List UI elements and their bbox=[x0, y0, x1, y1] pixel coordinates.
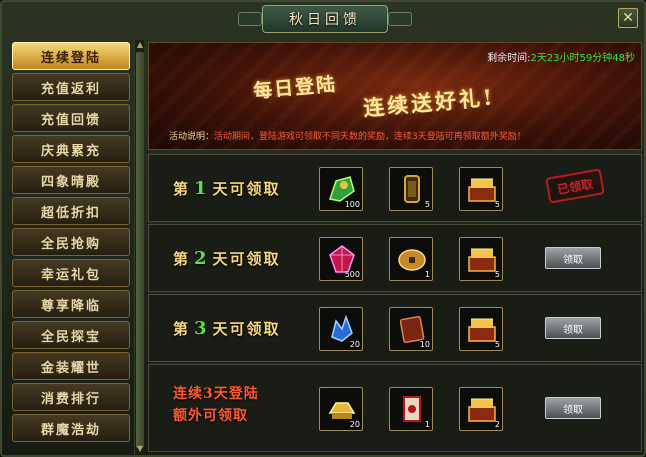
description-label: 活动说明： bbox=[169, 132, 215, 142]
sidebar-item-label: 全民探宝 bbox=[40, 329, 101, 345]
gold-chest-icon bbox=[468, 248, 496, 272]
reward-row-label: 第 2 天可领取 bbox=[173, 248, 281, 269]
timer-value: 2天23小时59分钟48秒 bbox=[530, 53, 635, 64]
scroll-down-arrow-icon[interactable]: ▼ bbox=[135, 444, 145, 454]
label-prefix: 第 bbox=[173, 320, 191, 338]
gold-chest-icon bbox=[468, 178, 496, 202]
label-suffix: 天可领取 bbox=[212, 320, 281, 338]
sidebar-item-6[interactable]: 超低折扣 bbox=[12, 197, 130, 225]
sidebar-item-label: 充值返利 bbox=[40, 81, 101, 97]
sidebar-item-2[interactable]: 充值返利 bbox=[12, 73, 130, 101]
day-number: 3 bbox=[194, 318, 209, 339]
label-suffix: 天可领取 bbox=[212, 180, 281, 198]
item-count: 5 bbox=[494, 200, 500, 209]
sidebar-item-3[interactable]: 充值回馈 bbox=[12, 104, 130, 132]
sidebar-item-label: 消费排行 bbox=[40, 391, 101, 407]
sidebar-item-label: 金装耀世 bbox=[40, 360, 101, 376]
claim-button[interactable]: 领取 bbox=[545, 397, 601, 419]
item-count: 5 bbox=[494, 270, 500, 279]
reward-row-label: 第 3 天可领取 bbox=[173, 318, 281, 339]
event-description: 活动说明：活动期间，登陆游戏可领取不同天数的奖励，连续3天登陆可再领取额外奖励！ bbox=[169, 129, 526, 142]
reward-item[interactable]: 500 bbox=[319, 237, 363, 281]
scroll-thumb[interactable] bbox=[136, 52, 144, 448]
item-count: 500 bbox=[344, 270, 360, 279]
sidebar-item-7[interactable]: 全民抢购 bbox=[12, 228, 130, 256]
sidebar-item-label: 庆典累充 bbox=[40, 143, 101, 159]
sidebar-item-1[interactable]: 连续登陆 bbox=[12, 42, 130, 70]
day-number: 1 bbox=[194, 178, 209, 199]
timer-label: 剩余时间: bbox=[487, 53, 531, 64]
day-number: 2 bbox=[194, 248, 209, 269]
item-count: 20 bbox=[349, 420, 360, 429]
sidebar-scrollbar[interactable]: ▲ ▼ bbox=[134, 40, 144, 454]
item-count: 2 bbox=[494, 420, 500, 429]
item-count: 1 bbox=[424, 270, 430, 279]
reward-item[interactable]: 10 bbox=[389, 307, 433, 351]
sidebar-item-label: 全民抢购 bbox=[40, 236, 101, 252]
reward-item[interactable]: 2 bbox=[459, 387, 503, 431]
reward-row-bonus: 连续3天登陆 额外可领取 20 1 2 领取 bbox=[148, 364, 642, 452]
window-title-plate: 秋日回馈 bbox=[262, 5, 388, 33]
item-count: 1 bbox=[424, 420, 430, 429]
window-title: 秋日回馈 bbox=[289, 12, 361, 28]
scroll-up-arrow-icon[interactable]: ▲ bbox=[135, 40, 145, 50]
gold-chest-icon bbox=[468, 398, 496, 422]
sidebar-item-12[interactable]: 消费排行 bbox=[12, 383, 130, 411]
scroll-token-icon bbox=[404, 175, 420, 203]
sidebar: 连续登陆 充值返利 充值回馈 庆典累充 四象晴殿 超低折扣 全民抢购 幸运礼包 … bbox=[8, 40, 132, 454]
reward-item[interactable]: 5 bbox=[459, 307, 503, 351]
item-count: 20 bbox=[349, 340, 360, 349]
label-prefix: 第 bbox=[173, 250, 191, 268]
sidebar-item-label: 幸运礼包 bbox=[40, 267, 101, 283]
sidebar-item-label: 充值回馈 bbox=[40, 112, 101, 128]
item-count: 10 bbox=[419, 340, 430, 349]
title-ornament-left bbox=[238, 12, 262, 26]
sidebar-item-label: 四象晴殿 bbox=[40, 174, 101, 190]
bonus-label-line-2: 额外可领取 bbox=[173, 408, 248, 424]
event-banner: 剩余时间:2天23小时59分钟48秒 每日登陆 连续送好礼! 活动说明：活动期间… bbox=[148, 42, 642, 150]
sidebar-item-label: 超低折扣 bbox=[40, 205, 101, 221]
reward-item[interactable]: 5 bbox=[389, 167, 433, 211]
reward-item[interactable]: 100 bbox=[319, 167, 363, 211]
claimed-stamp: 已领取 bbox=[545, 168, 605, 204]
sidebar-item-label: 群魔浩劫 bbox=[40, 422, 101, 438]
sidebar-item-label: 连续登陆 bbox=[40, 50, 101, 66]
sidebar-item-label: 尊享降临 bbox=[40, 298, 101, 314]
item-count: 100 bbox=[344, 200, 360, 209]
item-count: 5 bbox=[424, 200, 430, 209]
reward-row-day-2: 第 2 天可领取 500 1 5 领取 bbox=[148, 224, 642, 292]
reward-row-day-1: 第 1 天可领取 100 5 5 已领取 bbox=[148, 154, 642, 222]
reward-item[interactable]: 5 bbox=[459, 237, 503, 281]
sidebar-item-13[interactable]: 群魔浩劫 bbox=[12, 414, 130, 442]
bronze-coin-icon bbox=[398, 249, 426, 271]
reward-row-day-3: 第 3 天可领取 20 10 5 领取 bbox=[148, 294, 642, 362]
sidebar-item-9[interactable]: 尊享降临 bbox=[12, 290, 130, 318]
sidebar-item-4[interactable]: 庆典累充 bbox=[12, 135, 130, 163]
sidebar-item-10[interactable]: 全民探宝 bbox=[12, 321, 130, 349]
event-window: 秋日回馈 ✕ 连续登陆 充值返利 充值回馈 庆典累充 四象晴殿 超低折扣 全民抢… bbox=[0, 0, 646, 457]
reward-item[interactable]: 20 bbox=[319, 307, 363, 351]
close-button[interactable]: ✕ bbox=[618, 8, 638, 28]
label-prefix: 第 bbox=[173, 180, 191, 198]
red-scroll-icon bbox=[403, 396, 421, 422]
gold-chest-icon bbox=[468, 318, 496, 342]
description-text: 活动期间，登陆游戏可领取不同天数的奖励，连续3天登陆可再领取额外奖励！ bbox=[214, 132, 526, 142]
reward-item[interactable]: 1 bbox=[389, 387, 433, 431]
sidebar-item-11[interactable]: 金装耀世 bbox=[12, 352, 130, 380]
label-suffix: 天可领取 bbox=[212, 250, 281, 268]
title-ornament-right bbox=[388, 12, 412, 26]
reward-item[interactable]: 5 bbox=[459, 167, 503, 211]
countdown-timer: 剩余时间:2天23小时59分钟48秒 bbox=[487, 49, 635, 64]
reward-row-label: 第 1 天可领取 bbox=[173, 178, 281, 199]
sidebar-item-5[interactable]: 四象晴殿 bbox=[12, 166, 130, 194]
reward-item[interactable]: 1 bbox=[389, 237, 433, 281]
claim-button[interactable]: 领取 bbox=[545, 317, 601, 339]
item-count: 5 bbox=[494, 340, 500, 349]
claim-button[interactable]: 领取 bbox=[545, 247, 601, 269]
bonus-row-label: 连续3天登陆 额外可领取 bbox=[173, 383, 259, 427]
reward-item[interactable]: 20 bbox=[319, 387, 363, 431]
sidebar-item-8[interactable]: 幸运礼包 bbox=[12, 259, 130, 287]
bonus-label-line-1: 连续3天登陆 bbox=[173, 386, 259, 402]
